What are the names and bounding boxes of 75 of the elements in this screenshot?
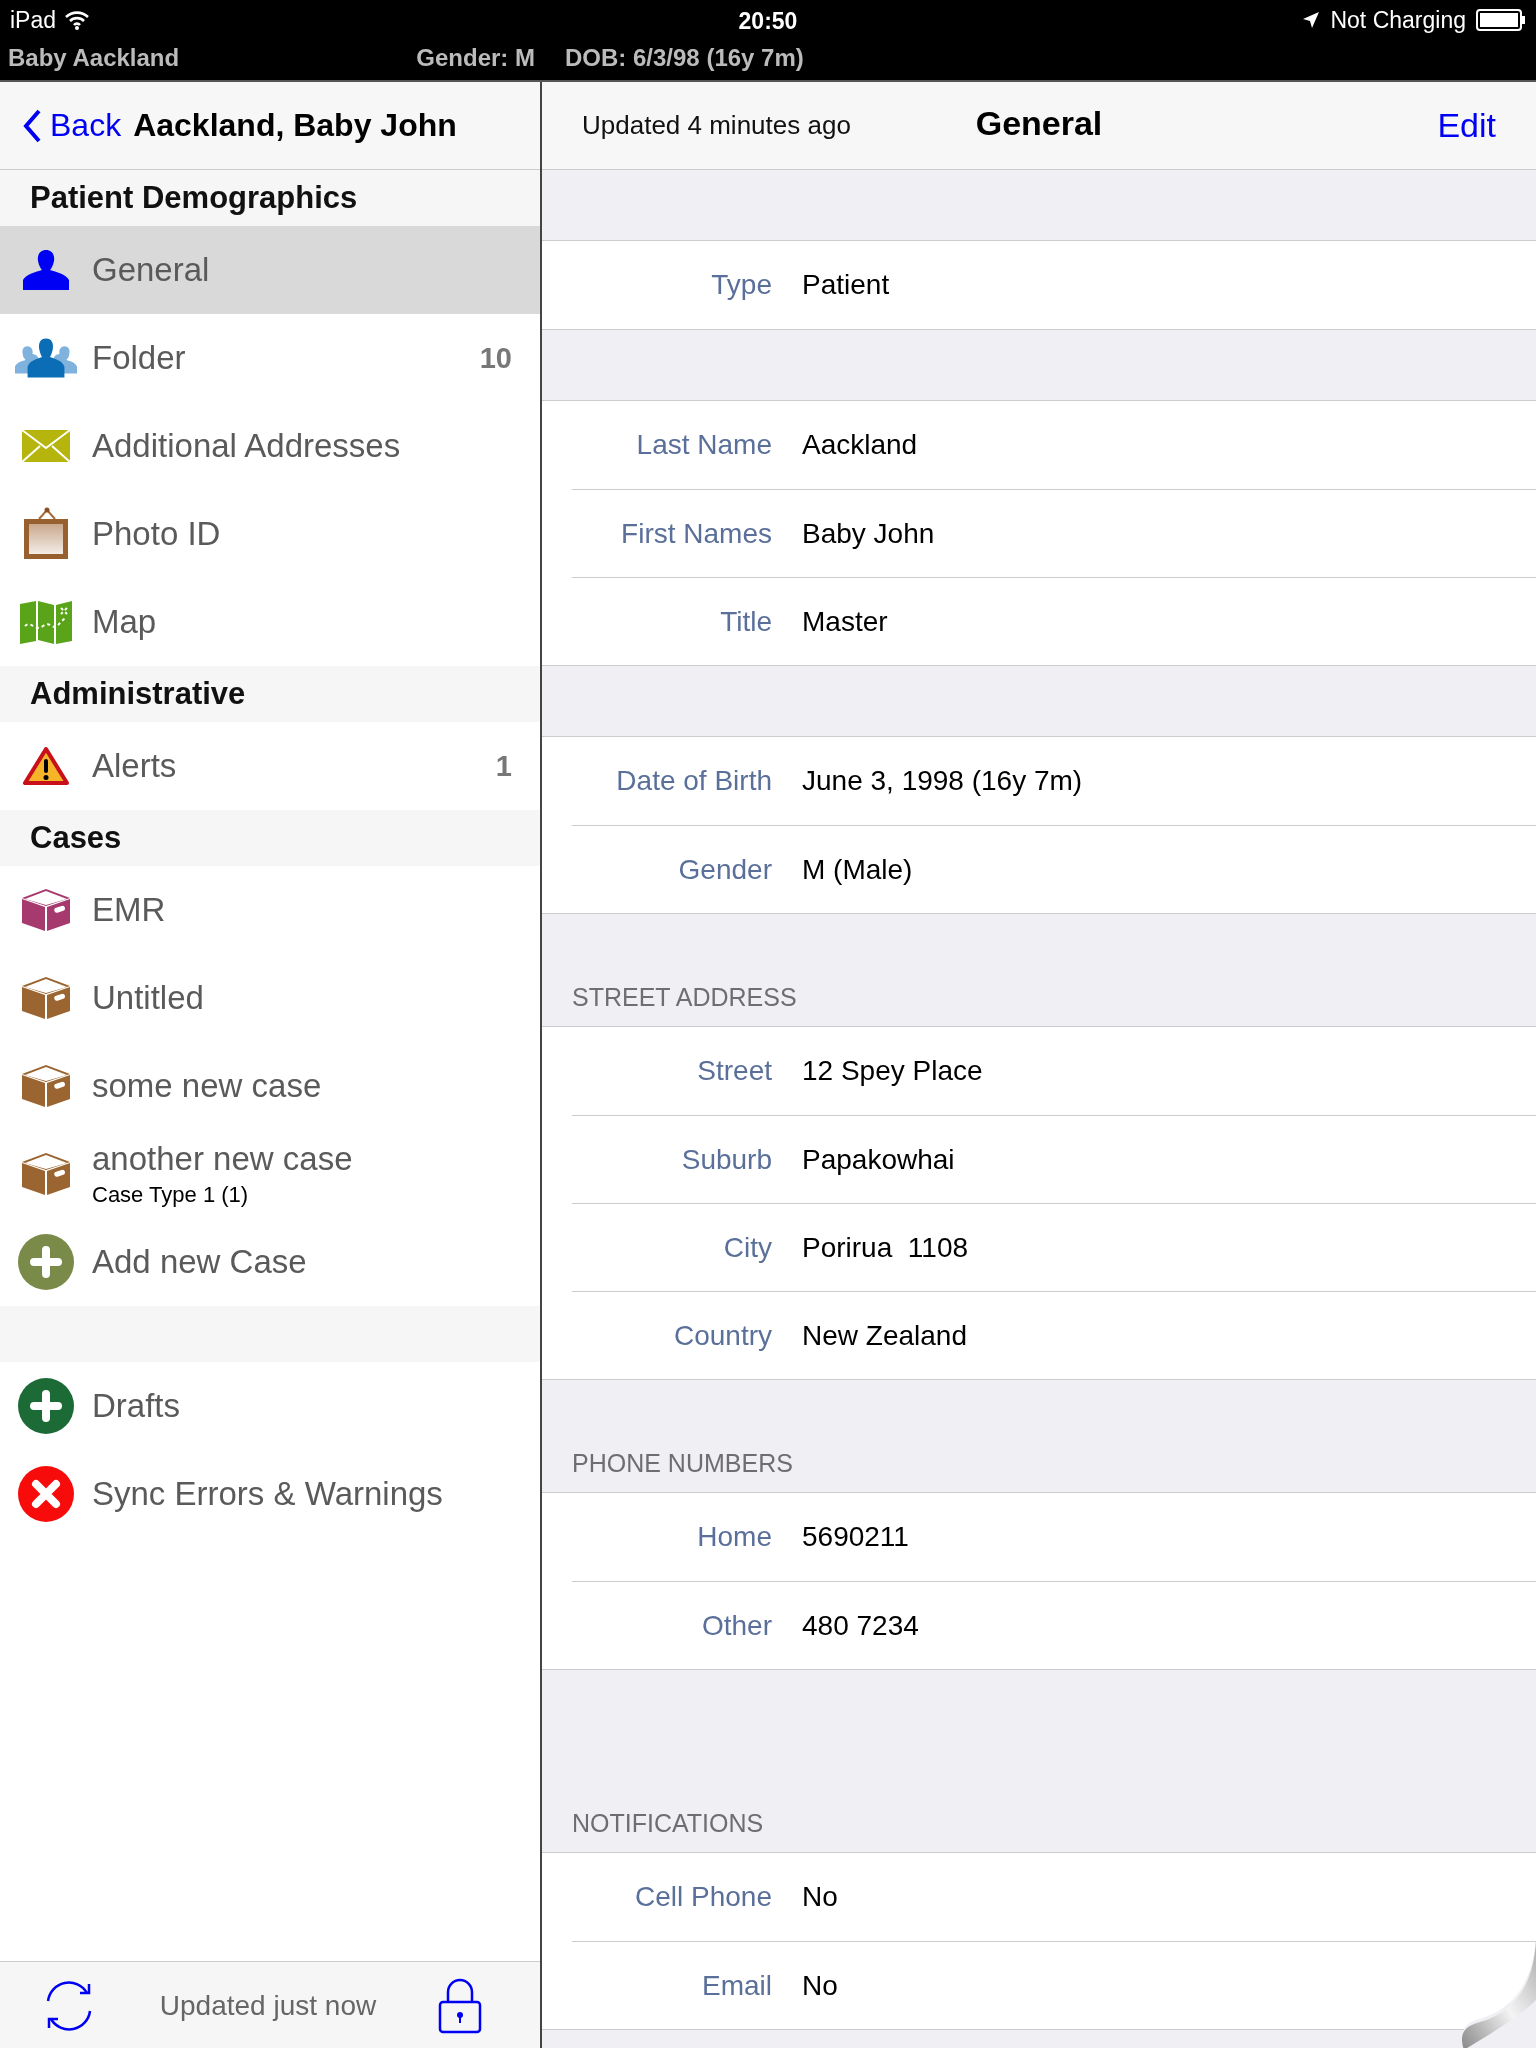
field-label: Other <box>700 1609 772 1642</box>
field-value: 12 Spey Place <box>802 1055 983 1087</box>
patient-gender: Gender: M <box>415 44 535 72</box>
group-header: PHONE NUMBERS <box>572 1449 793 1478</box>
battery-icon <box>1476 9 1526 31</box>
section-header: Administrative <box>0 666 540 722</box>
location-arrow-icon <box>1302 11 1321 29</box>
field-label: Email <box>701 1969 772 2002</box>
item-count: 10 <box>479 341 512 375</box>
field-label: Date of Birth <box>615 765 772 797</box>
envelope-icon <box>21 429 71 463</box>
field-value: June 3, 1998 (16y 7m) <box>802 765 1083 797</box>
patient-name: Baby Aackland <box>8 44 181 72</box>
item-label: Sync Errors & Warnings <box>92 1475 443 1513</box>
sync-status: Updated just now <box>159 1990 377 2022</box>
field-value: Master <box>802 605 888 638</box>
map-icon <box>19 600 73 644</box>
person-icon <box>21 248 71 292</box>
page-title: General <box>974 104 1104 143</box>
item-subtitle: Case Type 1 (1) <box>92 1182 250 1208</box>
picture-frame-icon <box>21 507 71 561</box>
warning-icon <box>23 746 69 786</box>
chevron-icon <box>22 107 42 144</box>
item-label: Untitled <box>92 979 204 1017</box>
item-label: Drafts <box>92 1387 180 1425</box>
item-label: Map <box>92 603 157 641</box>
field-label: Last Name <box>635 429 772 461</box>
field-value: M (Male) <box>802 853 913 886</box>
updated-time: Updated 4 minutes ago <box>582 110 851 141</box>
error-icon <box>18 1466 74 1522</box>
item-label: another new case <box>92 1140 353 1178</box>
field-label: Suburb <box>680 1143 772 1176</box>
field-label: Type <box>710 269 772 301</box>
item-count: 1 <box>495 749 512 783</box>
field-label: Street <box>696 1055 772 1087</box>
field-value: 5690211 <box>802 1521 909 1553</box>
field-value: No <box>802 1881 838 1913</box>
item-label: Folder <box>92 339 186 377</box>
field-value: New Zealand <box>802 1319 967 1352</box>
field-value: Porirua 1108 <box>802 1231 969 1264</box>
clock-time: 20:50 <box>737 8 799 35</box>
item-label: Add new Case <box>92 1243 307 1281</box>
group-header: NOTIFICATIONS <box>572 1809 764 1838</box>
field-label: First Names <box>620 517 772 550</box>
section-header: Cases <box>0 810 540 866</box>
edit-button[interactable]: Edit <box>1437 106 1496 145</box>
people-icon <box>14 336 78 380</box>
field-label: Home <box>696 1521 772 1553</box>
field-label: Country <box>672 1319 772 1352</box>
field-label: Gender <box>677 853 772 886</box>
battery-status: Not Charging <box>1330 6 1466 34</box>
item-label: General <box>92 251 210 289</box>
item-label: Photo ID <box>92 515 221 553</box>
patient-title: Aackland, Baby John <box>133 107 457 144</box>
field-label: Cell Phone <box>634 1881 772 1913</box>
back-button[interactable]: Back <box>0 107 122 144</box>
group-header: STREET ADDRESS <box>572 983 797 1012</box>
patient-dob: DOB: 6/3/98 (16y 7m) <box>565 44 804 72</box>
item-label: some new case <box>92 1067 322 1105</box>
field-label: City <box>722 1231 772 1264</box>
sidebar-item[interactable]: General <box>0 226 540 314</box>
item-label: EMR <box>92 891 166 929</box>
field-value: Aackland <box>802 429 918 461</box>
field-value: No <box>802 1969 838 2002</box>
field-value: 480 7234 <box>802 1609 919 1642</box>
field-label: Title <box>719 605 772 638</box>
field-value: Papakowhai <box>802 1143 955 1176</box>
wifi-icon <box>64 10 91 30</box>
section-header: Patient Demographics <box>0 170 540 226</box>
item-label: Additional Addresses <box>92 427 401 465</box>
device-name: iPad <box>10 6 57 34</box>
field-value: Baby John <box>802 517 935 550</box>
lock-icon[interactable] <box>438 1978 482 2034</box>
item-label: Alerts <box>92 747 177 785</box>
field-value: Patient <box>802 269 890 301</box>
